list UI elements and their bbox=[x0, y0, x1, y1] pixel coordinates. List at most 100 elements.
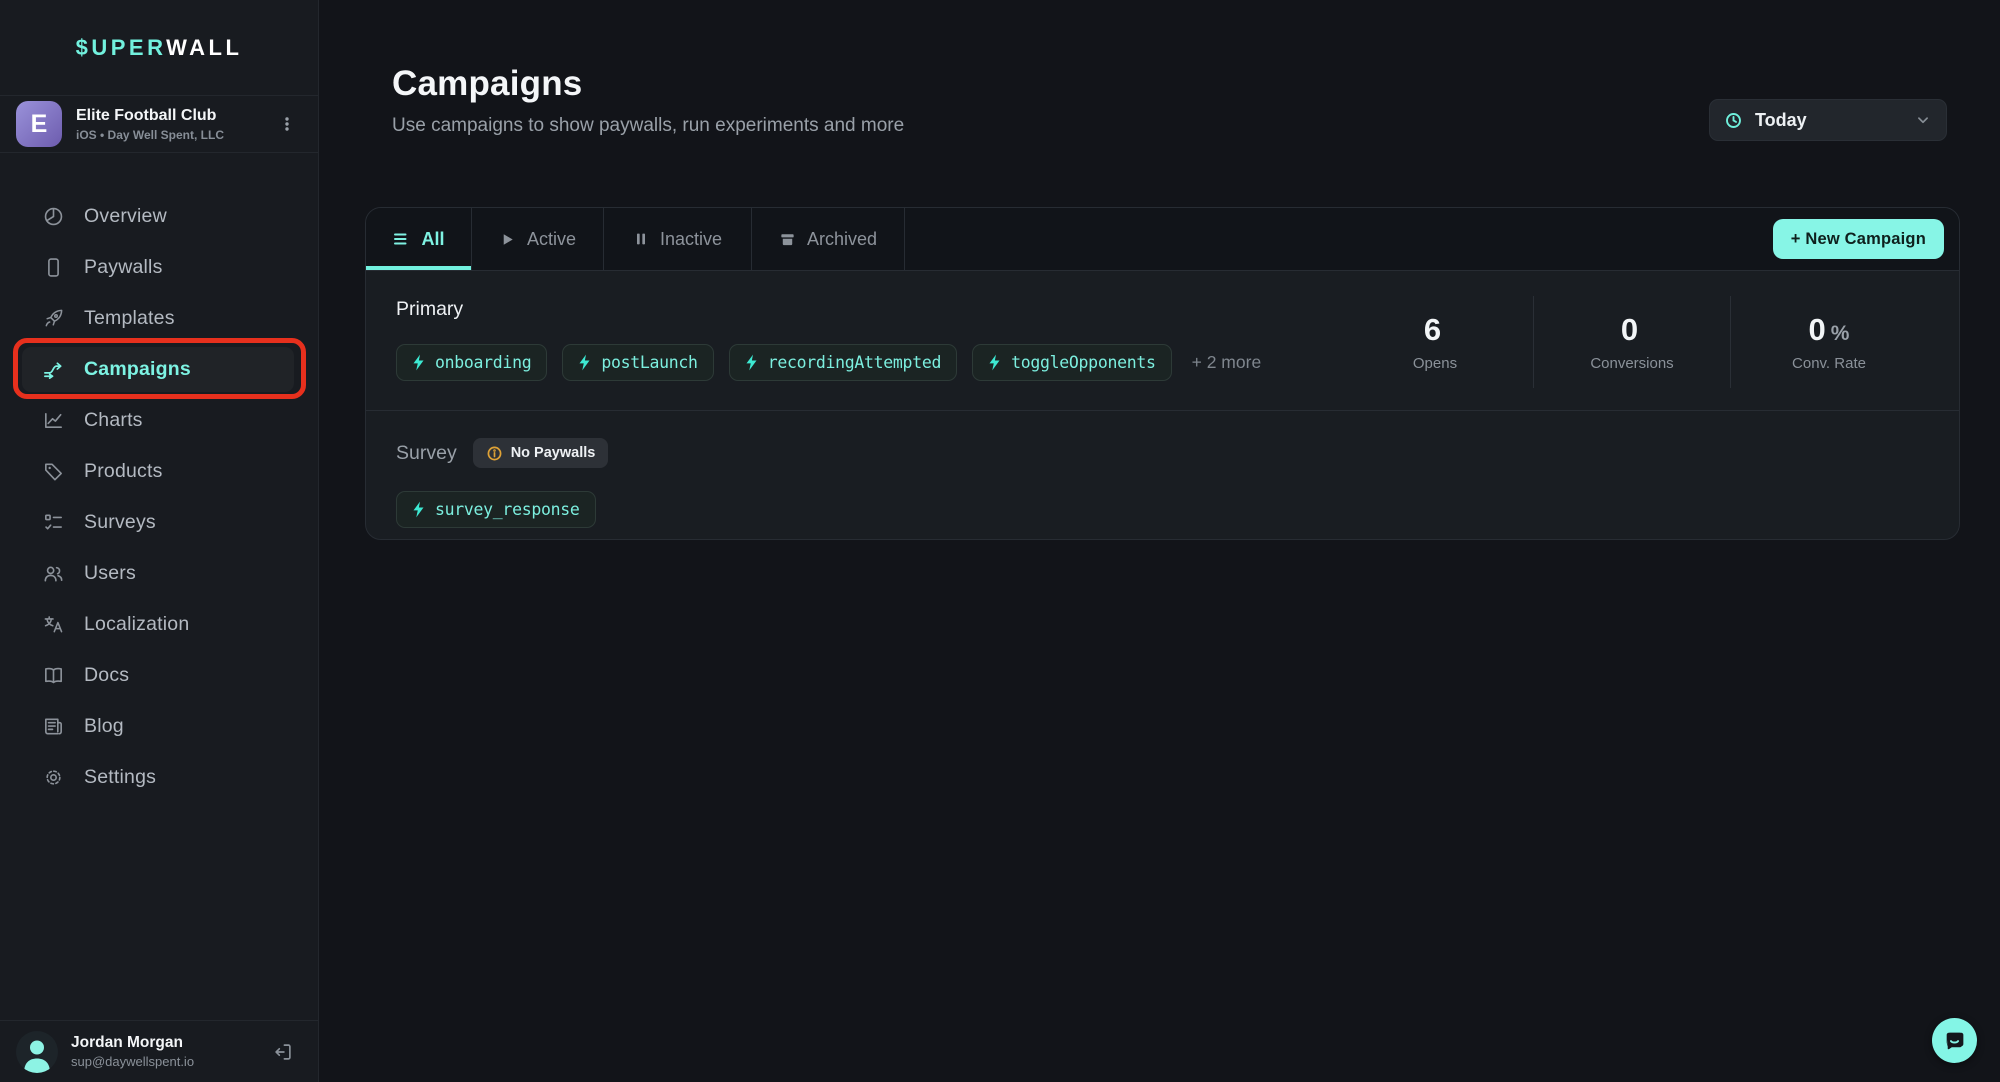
stat-value: 6 bbox=[1424, 312, 1441, 348]
sidebar-item-users[interactable]: Users bbox=[0, 548, 318, 599]
sidebar-item-label: Products bbox=[84, 460, 163, 483]
bolt-icon bbox=[988, 354, 1001, 371]
charts-icon bbox=[42, 409, 65, 432]
logo-prefix: $UPER bbox=[76, 35, 166, 60]
tab-active[interactable]: Active bbox=[472, 208, 604, 270]
sidebar: $UPERWALL E Elite Football Club iOS • Da… bbox=[0, 0, 319, 1082]
page-title: Campaigns bbox=[392, 64, 2000, 104]
users-icon bbox=[42, 562, 65, 585]
bolt-icon bbox=[412, 501, 425, 518]
sidebar-item-label: Paywalls bbox=[84, 256, 163, 279]
tabbar-spacer: + New Campaign bbox=[905, 208, 1959, 270]
templates-icon bbox=[42, 307, 65, 330]
campaign-tabs: All Active Inactive bbox=[366, 208, 1959, 271]
sidebar-item-localization[interactable]: Localization bbox=[0, 599, 318, 650]
sidebar-item-label: Templates bbox=[84, 307, 175, 330]
no-paywalls-badge: No Paywalls bbox=[473, 438, 609, 468]
stat-conv-rate: 0 % Conv. Rate bbox=[1731, 312, 1927, 372]
info-icon bbox=[486, 445, 503, 462]
more-triggers-label[interactable]: + 2 more bbox=[1192, 352, 1262, 373]
sidebar-item-label: Users bbox=[84, 562, 136, 585]
stat-opens: 6 Opens bbox=[1337, 312, 1533, 372]
tab-label: All bbox=[421, 229, 444, 250]
list-icon bbox=[392, 230, 410, 248]
logout-icon[interactable] bbox=[268, 1037, 298, 1067]
sidebar-item-charts[interactable]: Charts bbox=[0, 395, 318, 446]
chat-icon bbox=[1942, 1028, 1967, 1053]
bolt-icon bbox=[745, 354, 758, 371]
clock-icon bbox=[1724, 111, 1743, 130]
tab-archived[interactable]: Archived bbox=[752, 208, 905, 270]
stat-value: 0 bbox=[1809, 312, 1826, 348]
date-filter-dropdown[interactable]: Today bbox=[1709, 99, 1947, 141]
campaigns-icon bbox=[42, 358, 65, 381]
sidebar-item-overview[interactable]: Overview bbox=[0, 191, 318, 242]
sidebar-item-paywalls[interactable]: Paywalls bbox=[0, 242, 318, 293]
new-campaign-button[interactable]: + New Campaign bbox=[1773, 219, 1944, 259]
play-icon bbox=[499, 231, 516, 248]
trigger-badge[interactable]: toggleOpponents bbox=[972, 344, 1172, 381]
docs-icon bbox=[42, 664, 65, 687]
sidebar-item-label: Blog bbox=[84, 715, 124, 738]
main-content: Campaigns Use campaigns to show paywalls… bbox=[319, 0, 2000, 1082]
tab-inactive[interactable]: Inactive bbox=[604, 208, 752, 270]
sidebar-item-docs[interactable]: Docs bbox=[0, 650, 318, 701]
workspace-menu-icon[interactable] bbox=[274, 111, 300, 137]
workspace-avatar: E bbox=[16, 101, 62, 147]
campaign-row-primary[interactable]: Primary onboarding postLaunch recording bbox=[366, 271, 1959, 410]
user-name: Jordan Morgan bbox=[71, 1034, 194, 1052]
sidebar-item-label: Overview bbox=[84, 205, 167, 228]
tab-label: Archived bbox=[807, 229, 877, 250]
trigger-badge[interactable]: onboarding bbox=[396, 344, 547, 381]
trigger-badge[interactable]: postLaunch bbox=[562, 344, 713, 381]
sidebar-item-campaigns[interactable]: Campaigns bbox=[0, 344, 318, 395]
tab-all[interactable]: All bbox=[366, 208, 472, 270]
stat-value: 0 bbox=[1621, 312, 1638, 348]
user-avatar bbox=[16, 1031, 58, 1073]
sidebar-item-products[interactable]: Products bbox=[0, 446, 318, 497]
bolt-icon bbox=[412, 354, 425, 371]
sidebar-item-label: Charts bbox=[84, 409, 143, 432]
sidebar-item-blog[interactable]: Blog bbox=[0, 701, 318, 752]
superwall-logo[interactable]: $UPERWALL bbox=[76, 35, 243, 61]
sidebar-item-label: Campaigns bbox=[84, 358, 191, 381]
sidebar-item-label: Docs bbox=[84, 664, 129, 687]
sidebar-item-label: Surveys bbox=[84, 511, 156, 534]
tab-label: Active bbox=[527, 229, 576, 250]
chat-launcher-button[interactable] bbox=[1932, 1018, 1977, 1063]
stat-label: Opens bbox=[1413, 355, 1457, 372]
stat-conversions: 0 Conversions bbox=[1534, 312, 1730, 372]
trigger-badge[interactable]: recordingAttempted bbox=[729, 344, 957, 381]
sidebar-item-surveys[interactable]: Surveys bbox=[0, 497, 318, 548]
no-paywalls-label: No Paywalls bbox=[511, 445, 596, 461]
overview-icon bbox=[42, 205, 65, 228]
workspace-meta: iOS • Day Well Spent, LLC bbox=[76, 128, 224, 142]
paywalls-icon bbox=[42, 256, 65, 279]
chevron-down-icon bbox=[1914, 111, 1932, 129]
workspace-switcher[interactable]: E Elite Football Club iOS • Day Well Spe… bbox=[0, 96, 318, 153]
active-tab-underline bbox=[366, 266, 471, 270]
pause-icon bbox=[633, 231, 649, 247]
logo-suffix: WALL bbox=[166, 35, 242, 60]
surveys-icon bbox=[42, 511, 65, 534]
blog-icon bbox=[42, 715, 65, 738]
sidebar-nav: Overview Paywalls Templates bbox=[0, 153, 318, 803]
bolt-icon bbox=[578, 354, 591, 371]
campaign-row-survey[interactable]: Survey No Paywalls survey_response bbox=[366, 411, 1959, 540]
campaign-name[interactable]: Primary bbox=[396, 298, 463, 321]
campaign-name[interactable]: Survey bbox=[396, 442, 457, 465]
date-filter-value: Today bbox=[1755, 110, 1902, 131]
user-email: sup@daywellspent.io bbox=[71, 1054, 194, 1069]
settings-icon bbox=[42, 766, 65, 789]
trigger-label: postLaunch bbox=[601, 353, 697, 372]
user-account[interactable]: Jordan Morgan sup@daywellspent.io bbox=[0, 1020, 318, 1082]
tab-label: Inactive bbox=[660, 229, 722, 250]
logo-row: $UPERWALL bbox=[0, 0, 318, 96]
sidebar-item-templates[interactable]: Templates bbox=[0, 293, 318, 344]
sidebar-item-settings[interactable]: Settings bbox=[0, 752, 318, 803]
trigger-label: onboarding bbox=[435, 353, 531, 372]
trigger-badge[interactable]: survey_response bbox=[396, 491, 596, 528]
stat-suffix: % bbox=[1831, 322, 1850, 346]
stat-label: Conversions bbox=[1590, 355, 1673, 372]
sidebar-item-label: Settings bbox=[84, 766, 156, 789]
